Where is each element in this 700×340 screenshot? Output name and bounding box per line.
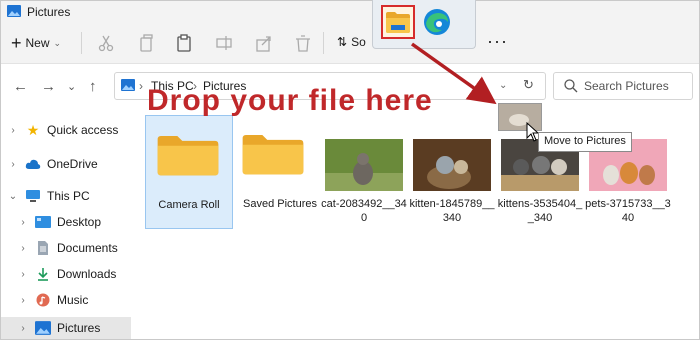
move-tooltip: Move to Pictures [538,132,632,152]
drag-arrow-icon [410,42,497,105]
